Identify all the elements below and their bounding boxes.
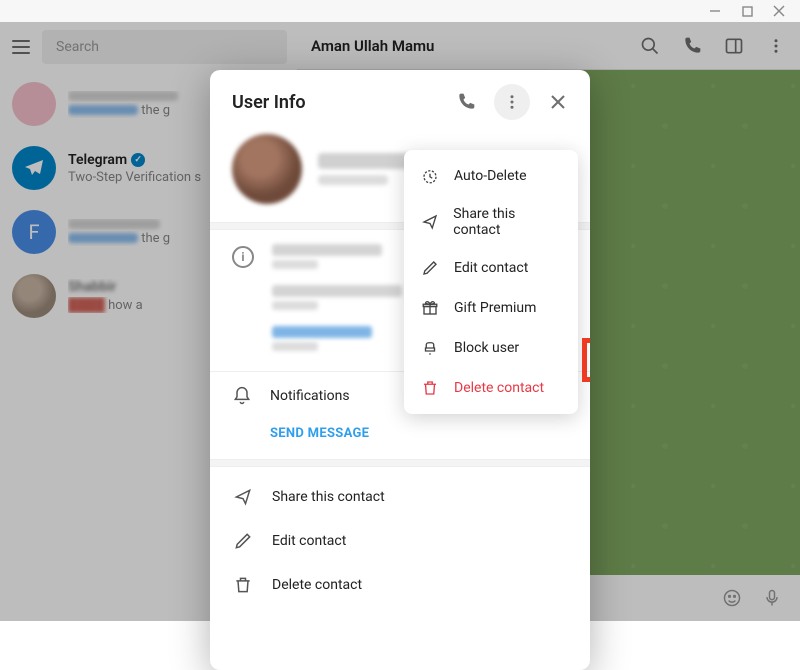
dd-edit-contact[interactable]: Edit contact: [404, 248, 578, 288]
action-edit-contact[interactable]: Edit contact: [210, 519, 590, 563]
dd-label: Gift Premium: [454, 300, 536, 316]
edit-icon: [232, 530, 254, 552]
close-icon[interactable]: [540, 84, 576, 120]
modal-title: User Info: [232, 92, 438, 113]
send-message-button[interactable]: SEND MESSAGE: [210, 420, 590, 459]
dd-label: Block user: [454, 340, 519, 356]
modal-more-icon[interactable]: [494, 84, 530, 120]
dd-label: Delete contact: [454, 380, 544, 396]
action-label: Share this contact: [272, 489, 385, 505]
action-label: Delete contact: [272, 577, 362, 593]
share-icon: [420, 212, 439, 232]
action-share-contact[interactable]: Share this contact: [210, 475, 590, 519]
modal-action-list: Share this contact Edit contact Delete c…: [210, 467, 590, 615]
dd-label: Share this contact: [453, 206, 562, 238]
trash-icon: [232, 574, 254, 596]
user-info-modal: User Info i Notifications SEND MESSAGE: [210, 70, 590, 670]
window-chrome: [0, 0, 800, 22]
bell-icon: [232, 386, 252, 406]
action-delete-contact[interactable]: Delete contact: [210, 563, 590, 607]
window-close[interactable]: [772, 4, 786, 18]
dd-label: Edit contact: [454, 260, 528, 276]
info-icon: i: [232, 246, 254, 268]
dd-delete-contact[interactable]: Delete contact: [404, 368, 578, 408]
edit-icon: [420, 258, 440, 278]
window-maximize[interactable]: [740, 4, 754, 18]
dd-label: Auto-Delete: [454, 168, 527, 184]
window-minimize[interactable]: [708, 4, 722, 18]
profile-avatar[interactable]: [232, 134, 302, 204]
timer-icon: [420, 166, 440, 186]
trash-icon: [420, 378, 440, 398]
dd-auto-delete[interactable]: Auto-Delete: [404, 156, 578, 196]
more-dropdown: Auto-Delete Share this contact Edit cont…: [404, 150, 578, 414]
action-label: Edit contact: [272, 533, 346, 549]
block-icon: [420, 338, 440, 358]
gift-icon: [420, 298, 440, 318]
modal-call-icon[interactable]: [448, 84, 484, 120]
dd-share-contact[interactable]: Share this contact: [404, 196, 578, 248]
dd-block-user[interactable]: Block user: [404, 328, 578, 368]
share-icon: [232, 486, 254, 508]
dd-gift-premium[interactable]: Gift Premium: [404, 288, 578, 328]
